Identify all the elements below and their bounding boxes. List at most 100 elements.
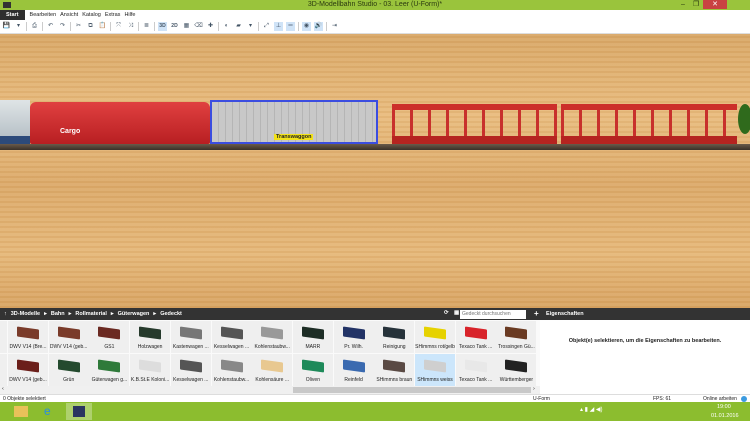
catalog-tile[interactable]: DWV V14 (geb... xyxy=(8,354,48,386)
catalog-tile[interactable]: Kohlenstaubw... xyxy=(211,354,252,386)
catalog-tile[interactable]: Kohlenstaubw... xyxy=(252,321,293,353)
view-2d-button[interactable]: 2D xyxy=(170,22,179,31)
catalog-tile-partial[interactable] xyxy=(0,354,7,386)
crosshair-icon[interactable]: ✚ xyxy=(206,22,215,31)
layers-icon[interactable]: ≣ xyxy=(142,22,151,31)
breadcrumb-item[interactable]: Bahn xyxy=(51,311,65,317)
grid-icon[interactable]: ▦ xyxy=(182,22,191,31)
3d-viewport[interactable]: Cargo Transwaggon xyxy=(0,34,750,308)
tile-label: Oliven xyxy=(305,377,320,383)
catalog-tile[interactable]: Kesselwagen ... xyxy=(170,354,211,386)
menu-ansicht[interactable]: Ansicht xyxy=(58,12,80,18)
breadcrumb-item[interactable]: Rollmaterial xyxy=(75,311,106,317)
tile-label: Texaco Tank ... xyxy=(459,344,493,350)
terrain-icon[interactable]: ◐ xyxy=(222,22,231,31)
catalog-tile[interactable]: Texaco Tank ... xyxy=(455,321,496,353)
breadcrumb-item[interactable]: 3D-Modelle xyxy=(11,311,40,317)
clock-time[interactable]: 19:00 xyxy=(717,404,731,410)
scroll-thumb[interactable] xyxy=(293,387,531,393)
catalog-tile-partial[interactable] xyxy=(0,321,7,353)
tile-label: Reinigung xyxy=(383,344,406,350)
tile-label: Reinfeld xyxy=(344,377,363,383)
menu-bar: Start Bearbeiten Ansicht Katalog Extras … xyxy=(0,10,750,20)
tile-label: Texaco Tank ... xyxy=(459,377,493,383)
catalog-tile[interactable]: Oliven xyxy=(292,354,333,386)
up-icon[interactable]: ↑ xyxy=(4,311,7,317)
catalog-tile[interactable]: Holzwagen xyxy=(130,321,171,353)
menu-extras[interactable]: Extras xyxy=(103,12,123,18)
catalog-tile[interactable]: Texaco Tank ... xyxy=(455,354,496,386)
clock-date[interactable]: 01.01.2016 xyxy=(711,413,739,419)
tray-icons[interactable]: ▴ ▮ ◢ ◀) xyxy=(580,406,603,413)
app-icon xyxy=(3,2,11,8)
ungroup-icon[interactable]: ⤨ xyxy=(126,22,135,31)
catalog-tile[interactable]: Pr. Wilh. xyxy=(333,321,374,353)
sound-icon[interactable]: 🔊 xyxy=(314,22,323,31)
catalog-tile[interactable]: Reinfeld xyxy=(333,354,374,386)
snap-icon[interactable]: ⊥ xyxy=(274,22,283,31)
close-button[interactable]: ✕ xyxy=(703,0,727,9)
camera-icon[interactable]: ▰ xyxy=(234,22,243,31)
catalog-tile[interactable]: DWV V14 (Bre... xyxy=(8,321,48,353)
scroll-right-icon[interactable]: › xyxy=(533,386,535,392)
export-icon[interactable]: ⇥ xyxy=(330,22,339,31)
menu-bearbeiten[interactable]: Bearbeiten xyxy=(28,12,59,18)
dropdown-icon[interactable]: ▾ xyxy=(14,22,23,31)
print-icon[interactable]: ⎙ xyxy=(30,22,39,31)
start-tab[interactable]: Start xyxy=(0,10,25,20)
catalog-tile[interactable]: MARR xyxy=(292,321,333,353)
catalog-tile[interactable]: Kohlensäure ... xyxy=(252,354,293,386)
horizontal-scrollbar[interactable]: ‹ › xyxy=(0,386,540,394)
file-explorer-icon[interactable] xyxy=(14,406,28,417)
undo-icon[interactable]: ↶ xyxy=(46,22,55,31)
tile-label: DWV V14 (Bre... xyxy=(9,344,47,350)
tile-label: Kohlenstaubw... xyxy=(254,344,290,350)
catalog-tile[interactable]: DWV V14 (geb... xyxy=(48,321,89,353)
track xyxy=(0,144,750,150)
track-icon[interactable]: ═ xyxy=(286,22,295,31)
scroll-left-icon[interactable]: ‹ xyxy=(2,386,4,392)
add-button[interactable]: + xyxy=(534,309,539,318)
3dmbs-taskbar-button[interactable] xyxy=(66,403,92,420)
menu-hilfe[interactable]: Hilfe xyxy=(122,12,137,18)
catalog-tile[interactable]: Kastenwagen ... xyxy=(170,321,211,353)
save-icon[interactable]: 💾 xyxy=(2,22,11,31)
refresh-icon[interactable]: ⟳ xyxy=(444,310,449,316)
internet-explorer-icon[interactable]: e xyxy=(44,404,51,418)
wagon-thumbnail xyxy=(220,359,243,373)
catalog-tile[interactable]: Kesselwagen ... xyxy=(211,321,252,353)
fit-view-icon[interactable]: ⤢ xyxy=(262,22,271,31)
wagon-thumbnail xyxy=(301,359,324,373)
catalog-tile[interactable]: GS1 xyxy=(89,321,130,353)
catalog-tile[interactable]: SHimmns braun xyxy=(374,354,415,386)
properties-panel: Objekt(e) selektieren, um die Eigenschaf… xyxy=(540,320,750,394)
grid-view-icon[interactable]: ▦ xyxy=(454,310,459,316)
catalog-tile[interactable]: Reinigung xyxy=(374,321,415,353)
title-bar: 3D-Modellbahn Studio - 03. Leer (U-Form)… xyxy=(0,0,750,10)
restore-button[interactable]: ❐ xyxy=(693,0,699,10)
dropdown-icon[interactable]: ▾ xyxy=(246,22,255,31)
tile-label: Holzwagen xyxy=(137,344,163,350)
cut-icon[interactable]: ✂ xyxy=(74,22,83,31)
wagon-thumbnail xyxy=(505,326,528,340)
globe-icon[interactable]: ◉ xyxy=(302,22,311,31)
catalog-tile[interactable]: SHimmns weiss xyxy=(415,354,455,386)
properties-hint: Objekt(e) selektieren, um die Eigenschaf… xyxy=(568,338,722,344)
paste-icon[interactable]: 📋 xyxy=(98,22,107,31)
group-icon[interactable]: ⤧ xyxy=(114,22,123,31)
catalog-tile[interactable]: Trossingen Gü... xyxy=(496,321,537,353)
redo-icon[interactable]: ↷ xyxy=(58,22,67,31)
eraser-icon[interactable]: ⌫ xyxy=(194,22,203,31)
menu-katalog[interactable]: Katalog xyxy=(80,12,103,18)
minimize-button[interactable]: – xyxy=(681,0,685,10)
catalog-tile[interactable]: Württemberger xyxy=(496,354,537,386)
copy-icon[interactable]: ⧉ xyxy=(86,22,95,31)
catalog-search-input[interactable] xyxy=(460,310,526,319)
catalog-tile[interactable]: Grün xyxy=(48,354,89,386)
breadcrumb-item[interactable]: Güterwagen xyxy=(118,311,150,317)
catalog-tile[interactable]: Güterwagen g... xyxy=(89,354,130,386)
catalog-tile[interactable]: K.B.St.E Koloni... xyxy=(130,354,171,386)
breadcrumb-item[interactable]: Gedeckt xyxy=(160,311,182,317)
view-3d-button[interactable]: 3D xyxy=(158,22,167,31)
catalog-tile[interactable]: SHimmns rot/gelb xyxy=(415,321,455,353)
